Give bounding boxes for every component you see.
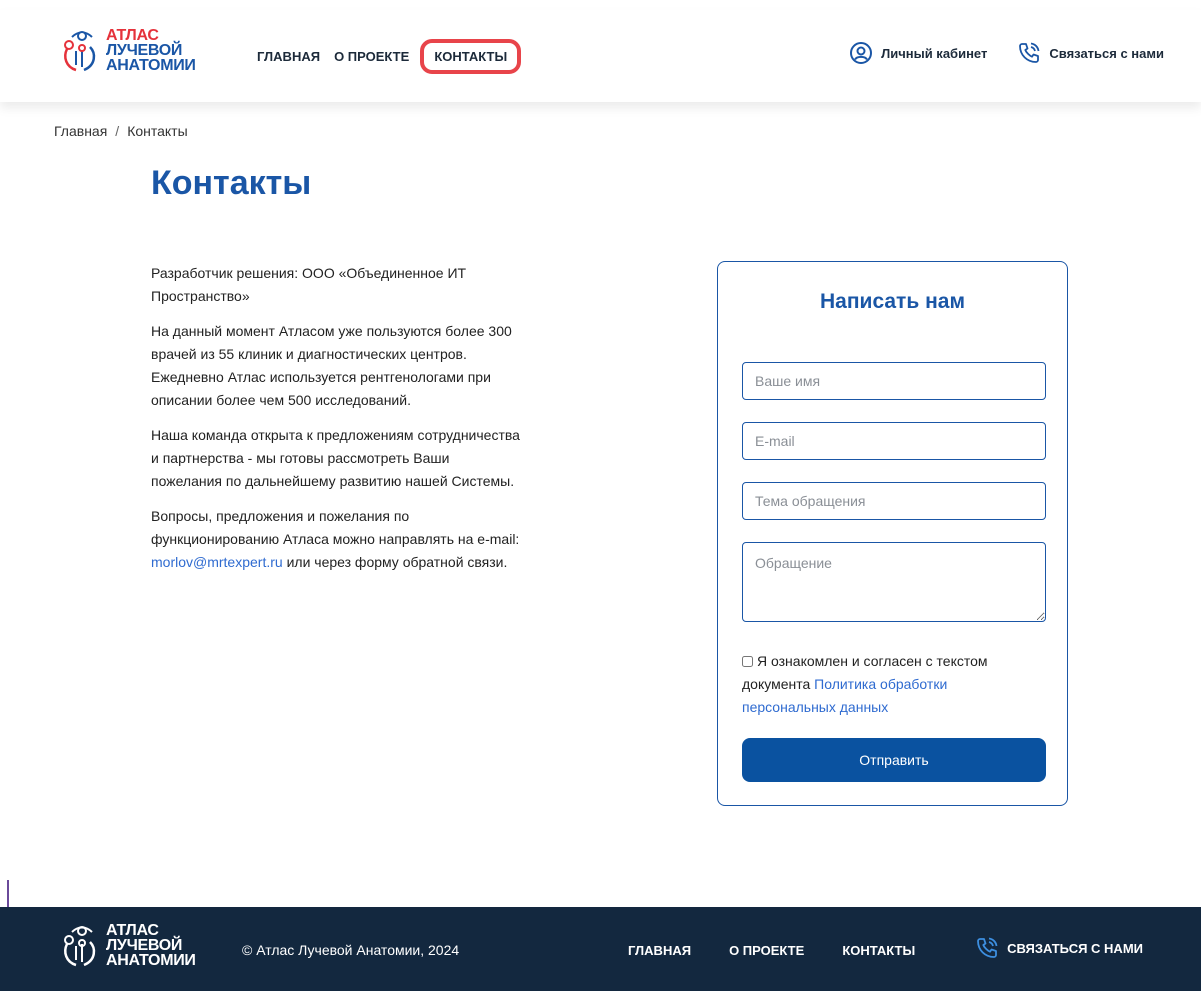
- atlas-logo-icon: [64, 926, 96, 967]
- email-input[interactable]: [742, 422, 1046, 460]
- top-strip: [0, 0, 1201, 10]
- nav-home[interactable]: ГЛАВНАЯ: [250, 43, 327, 70]
- main-nav: ГЛАВНАЯ О ПРОЕКТЕ КОНТАКТЫ: [250, 39, 522, 74]
- breadcrumb: Главная / Контакты: [54, 123, 188, 139]
- contact-us-link[interactable]: Связаться с нами: [1017, 41, 1164, 65]
- questions-paragraph: Вопросы, предложения и пожелания по функ…: [151, 505, 521, 574]
- footer-logo[interactable]: АТЛАС ЛУЧЕВОЙ АНАТОМИИ: [60, 922, 196, 968]
- atlas-logo-icon: [64, 31, 96, 72]
- subject-input[interactable]: [742, 482, 1046, 520]
- about-text: Разработчик решения: ООО «Объединенное И…: [151, 262, 521, 586]
- header-logo-text: АТЛАС ЛУЧЕВОЙ АНАТОМИИ: [106, 26, 196, 74]
- partnership-paragraph: Наша команда открыта к предложениям сотр…: [151, 427, 520, 489]
- header-actions: Личный кабинет Связаться с нами: [849, 41, 1164, 65]
- footer-logo-text: АТЛАС ЛУЧЕВОЙ АНАТОМИИ: [106, 921, 196, 969]
- footer-contact-us-label: СВЯЗАТЬСЯ С НАМИ: [1007, 940, 1143, 956]
- form-title: Написать нам: [820, 290, 965, 313]
- contact-us-label: Связаться с нами: [1049, 45, 1164, 61]
- logo-line-3: АНАТОМИИ: [106, 56, 196, 74]
- header-logo[interactable]: АТЛАС ЛУЧЕВОЙ АНАТОМИИ: [60, 27, 196, 73]
- footer-nav-home[interactable]: ГЛАВНАЯ: [628, 943, 691, 958]
- consent-block: Я ознакомлен и согласен с текстом докуме…: [742, 650, 1042, 719]
- user-circle-icon: [850, 42, 873, 64]
- footer-logo-line-2: ЛУЧЕВОЙ: [106, 936, 183, 954]
- phone-call-icon: [977, 937, 998, 958]
- email-link[interactable]: morlov@mrtexpert.ru: [151, 554, 283, 570]
- footer-nav-contacts[interactable]: КОНТАКТЫ: [842, 943, 915, 958]
- developer-paragraph: Разработчик решения: ООО «Объединенное И…: [151, 265, 467, 304]
- usage-paragraph: На данный момент Атласом уже пользуются …: [151, 323, 512, 408]
- phone-call-icon: [1019, 42, 1040, 63]
- questions-text-start: Вопросы, предложения и пожелания по функ…: [151, 508, 520, 547]
- contact-form: Написать нам Я ознакомлен и согласен с т…: [717, 261, 1068, 806]
- site-footer: АТЛАС ЛУЧЕВОЙ АНАТОМИИ © Атлас Лучевой А…: [0, 907, 1201, 991]
- footer-contact-us-link[interactable]: СВЯЗАТЬСЯ С НАМИ: [975, 936, 1143, 960]
- footer-logo-line-1: АТЛАС: [106, 921, 159, 939]
- page-edge-marker: [7, 880, 9, 908]
- logo-line-2: ЛУЧЕВОЙ: [106, 41, 183, 59]
- footer-logo-line-3: АНАТОМИИ: [106, 951, 196, 969]
- message-textarea[interactable]: [742, 542, 1046, 622]
- nav-about[interactable]: О ПРОЕКТЕ: [327, 43, 416, 70]
- footer-nav-about[interactable]: О ПРОЕКТЕ: [729, 943, 804, 958]
- account-label: Личный кабинет: [881, 45, 988, 61]
- questions-text-end: или через форму обратной связи.: [282, 554, 508, 570]
- breadcrumb-home[interactable]: Главная: [54, 123, 107, 139]
- consent-checkbox[interactable]: [742, 656, 753, 667]
- logo-line-1: АТЛАС: [106, 26, 159, 44]
- footer-nav: ГЛАВНАЯ О ПРОЕКТЕ КОНТАКТЫ: [628, 943, 953, 958]
- breadcrumb-current: Контакты: [127, 123, 188, 139]
- nav-contacts[interactable]: КОНТАКТЫ: [420, 39, 522, 74]
- submit-button[interactable]: Отправить: [742, 738, 1046, 782]
- name-input[interactable]: [742, 362, 1046, 400]
- page-title: Контакты: [151, 164, 312, 202]
- account-link[interactable]: Личный кабинет: [849, 41, 987, 65]
- site-header: АТЛАС ЛУЧЕВОЙ АНАТОМИИ ГЛАВНАЯ О ПРОЕКТЕ…: [0, 10, 1201, 102]
- breadcrumb-separator: /: [115, 123, 120, 139]
- copyright-text: © Атлас Лучевой Анатомии, 2024: [242, 942, 460, 958]
